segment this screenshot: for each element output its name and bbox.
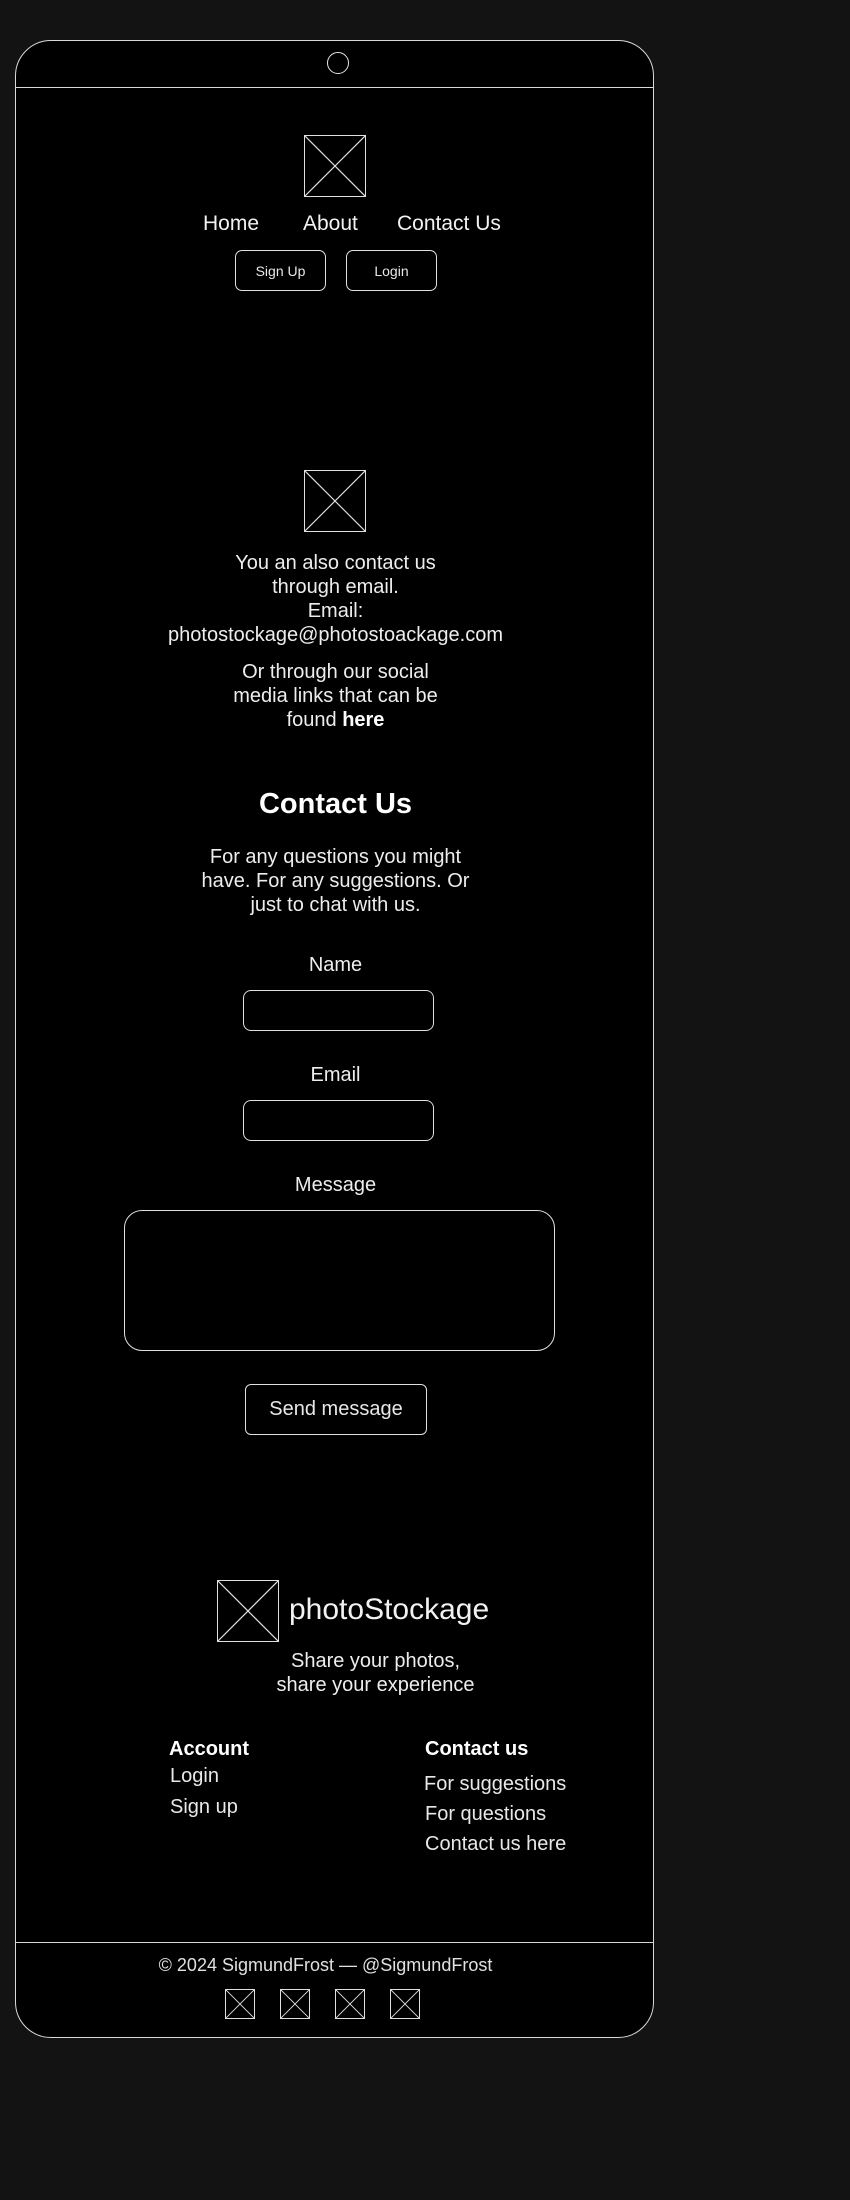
- send-message-button[interactable]: Send message: [245, 1384, 427, 1435]
- contact-info-text: You an also contact us through email. Em…: [16, 551, 655, 647]
- footer-contact-link[interactable]: Contact us here: [425, 1833, 566, 1856]
- phone-frame: Home About Contact Us Sign Up Login You …: [15, 40, 654, 2038]
- social-info-text: Or through our social media links that c…: [233, 661, 438, 731]
- social-placeholder-icon[interactable]: [280, 1989, 310, 2019]
- contact-heading: Contact us: [425, 1738, 529, 1760]
- footer-brand: photoStockage: [289, 1593, 490, 1626]
- nav-about[interactable]: About: [303, 212, 358, 236]
- message-label: Message: [294, 1174, 377, 1196]
- copyright: © 2024 SigmundFrost — @SigmundFrost: [158, 1955, 493, 1975]
- footer-logo-placeholder-icon: [217, 1580, 279, 1642]
- footer-signup-link[interactable]: Sign up: [170, 1796, 238, 1819]
- logo-placeholder-icon[interactable]: [304, 135, 366, 197]
- email-label: Email: [310, 1064, 361, 1086]
- top-divider: [16, 87, 653, 88]
- footer-divider: [16, 1942, 653, 1943]
- login-button[interactable]: Login: [346, 250, 437, 291]
- social-placeholder-icon[interactable]: [390, 1989, 420, 2019]
- contact-image-placeholder-icon: [304, 470, 366, 532]
- nav-home[interactable]: Home: [203, 212, 259, 236]
- contact-email: photostockage@photostoackage.com: [168, 624, 503, 646]
- social-placeholder-icon[interactable]: [335, 1989, 365, 2019]
- name-label: Name: [308, 954, 363, 976]
- contact-description: For any questions you might have. For an…: [201, 846, 470, 916]
- camera-dot-icon: [327, 52, 349, 74]
- footer-suggestions-link[interactable]: For suggestions: [424, 1773, 566, 1796]
- contact-title: Contact Us: [258, 788, 413, 820]
- email-input[interactable]: [243, 1100, 434, 1141]
- footer-questions-link[interactable]: For questions: [425, 1803, 546, 1826]
- social-placeholder-icon[interactable]: [225, 1989, 255, 2019]
- account-heading: Account: [169, 1738, 249, 1760]
- nav-contact-us[interactable]: Contact Us: [397, 212, 501, 236]
- footer-login-link[interactable]: Login: [170, 1765, 219, 1788]
- social-here-link[interactable]: here: [342, 709, 384, 731]
- name-input[interactable]: [243, 990, 434, 1031]
- signup-button[interactable]: Sign Up: [235, 250, 326, 291]
- message-textarea[interactable]: [124, 1210, 555, 1351]
- footer-tagline: Share your photos, share your experience: [276, 1650, 475, 1696]
